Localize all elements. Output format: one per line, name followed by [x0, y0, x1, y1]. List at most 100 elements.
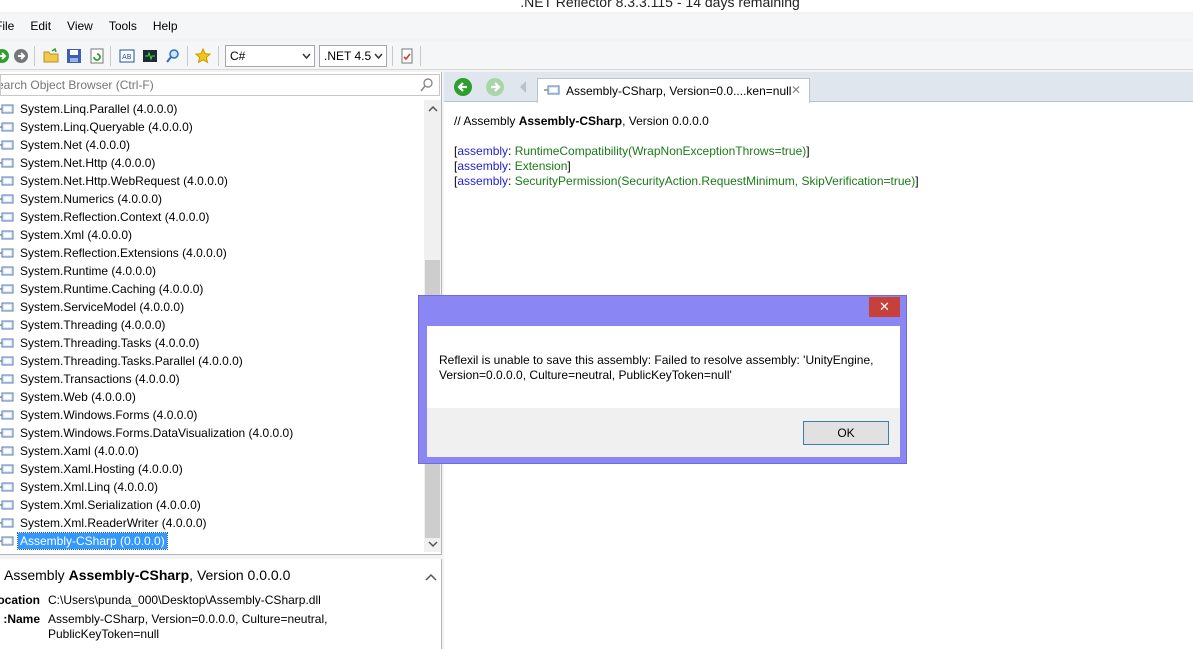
tree-item[interactable]: System.Linq.Parallel (4.0.0.0)	[0, 100, 179, 118]
scroll-up-icon[interactable]	[425, 571, 437, 584]
code-attribute-line: [assembly: Extension]	[454, 159, 571, 173]
tree-item[interactable]: System.Runtime (4.0.0.0)	[0, 262, 158, 280]
tree-item[interactable]: System.Numerics (4.0.0.0)	[0, 190, 164, 208]
back-icon[interactable]	[11, 46, 31, 66]
code-comment: // Assembly Assembly-CSharp, Version 0.0…	[454, 114, 919, 129]
dialog-message: Reflexil is unable to save this assembly…	[439, 353, 874, 382]
assembly-icon	[0, 247, 14, 259]
tree-item[interactable]: System.Windows.Forms.DataVisualization (…	[0, 424, 295, 442]
tree-item[interactable]: System.Threading (4.0.0.0)	[0, 316, 167, 334]
assembly-heading: Assembly Assembly-CSharp, Version 0.0.0.…	[4, 567, 290, 583]
language-select[interactable]: C#	[225, 45, 315, 67]
window-title: .NET Reflector 8.3.3.115 - 14 days remai…	[520, 0, 800, 10]
back-icon[interactable]	[453, 77, 473, 97]
tree-item-label: System.Linq.Parallel (4.0.0.0)	[20, 102, 178, 116]
tree-item[interactable]: Assembly-CSharp (0.0.0.0)	[0, 532, 168, 550]
assembly-icon	[0, 175, 14, 187]
attribute-text[interactable]: RuntimeCompatibility(WrapNonExceptionThr…	[515, 144, 807, 158]
location-value: C:\Users\punda_000\Desktop\Assembly-CSha…	[48, 593, 321, 607]
assembly-icon	[0, 193, 14, 205]
attribute-text[interactable]: SecurityPermission(SecurityAction.Reques…	[515, 174, 915, 188]
save-icon[interactable]	[64, 46, 84, 66]
assembly-icon	[0, 517, 14, 529]
assembly-icon	[0, 211, 14, 223]
attribute-text[interactable]: Extension	[515, 159, 568, 173]
keyword-assembly[interactable]: assembly	[457, 174, 508, 188]
menu-file[interactable]: File	[0, 14, 22, 38]
tree-item-label: System.Xaml.Hosting (4.0.0.0)	[20, 462, 183, 476]
menu-help[interactable]: Help	[145, 14, 186, 38]
scroll-up-icon[interactable]	[426, 102, 439, 115]
tree-item-label: System.Xml.Linq (4.0.0.0)	[20, 480, 159, 494]
keyword-assembly[interactable]: assembly	[457, 144, 508, 158]
scroll-down-icon[interactable]	[426, 537, 439, 550]
keyword-assembly[interactable]: assembly	[457, 159, 508, 173]
dialog-body: Reflexil is unable to save this assembly…	[427, 326, 900, 457]
tree-item[interactable]: System.Reflection.Extensions (4.0.0.0)	[0, 244, 229, 262]
forward-icon[interactable]	[485, 77, 505, 97]
assembly-icon	[0, 499, 14, 511]
tree-item[interactable]: System.Runtime.Caching (4.0.0.0)	[0, 280, 205, 298]
assembly-icon	[0, 337, 14, 349]
analyzer-icon[interactable]: AB	[117, 46, 137, 66]
framework-select-value: .NET 4.5	[324, 49, 372, 63]
assembly-icon	[0, 229, 14, 241]
tree-item[interactable]: System.Xml.ReaderWriter (4.0.0.0)	[0, 514, 209, 532]
tree-item[interactable]: System.Reflection.Context (4.0.0.0)	[0, 208, 211, 226]
toolbar-separator	[187, 46, 188, 66]
assembly-icon	[0, 409, 14, 421]
tab-assembly-csharp[interactable]: Assembly-CSharp, Version=0.0....ken=null…	[537, 78, 810, 103]
tree-item[interactable]: System.Net.Http (4.0.0.0)	[0, 154, 157, 172]
tree-item[interactable]: System.Xml.Serialization (4.0.0.0)	[0, 496, 203, 514]
menu-edit[interactable]: Edit	[22, 14, 59, 38]
assembly-icon	[0, 103, 14, 115]
code-attribute-line: [assembly: RuntimeCompatibility(WrapNonE…	[454, 144, 810, 158]
tree-item[interactable]: System.Xml (4.0.0.0)	[0, 226, 134, 244]
assembly-icon	[0, 157, 14, 169]
close-icon[interactable]: ✕	[869, 297, 900, 317]
search-input[interactable]	[1, 75, 411, 95]
assembly-icon	[0, 139, 14, 151]
document-tab-strip: Assembly-CSharp, Version=0.0....ken=null…	[444, 72, 1193, 103]
tree-item[interactable]: System.Xaml (4.0.0.0)	[0, 442, 141, 460]
tree-item[interactable]: System.ServiceModel (4.0.0.0)	[0, 298, 186, 316]
tree-item[interactable]: System.Linq.Queryable (4.0.0.0)	[0, 118, 195, 136]
tree-item[interactable]: System.Transactions (4.0.0.0)	[0, 370, 182, 388]
close-icon[interactable]: ✕	[791, 83, 801, 97]
menu-view[interactable]: View	[59, 14, 101, 38]
tree-item-label: System.Xml.ReaderWriter (4.0.0.0)	[20, 516, 207, 530]
tree-item-label: System.Threading (4.0.0.0)	[20, 318, 166, 332]
tree-item[interactable]: System.Net (4.0.0.0)	[0, 136, 132, 154]
tree-item[interactable]: System.Windows.Forms (4.0.0.0)	[0, 406, 199, 424]
tree-item[interactable]: System.Xml.Linq (4.0.0.0)	[0, 478, 160, 496]
framework-select[interactable]: .NET 4.5	[319, 45, 387, 67]
terminal-icon[interactable]	[140, 46, 160, 66]
toolbar-separator	[110, 46, 111, 66]
menu-tools[interactable]: Tools	[101, 14, 145, 38]
object-browser-search[interactable]	[0, 74, 440, 96]
tree-item[interactable]: System.Xaml.Hosting (4.0.0.0)	[0, 460, 185, 478]
toolbar-separator	[34, 46, 35, 66]
tree-item-label: Assembly-CSharp (0.0.0.0)	[17, 532, 168, 550]
tab-scroll-left-icon[interactable]	[518, 77, 528, 97]
search-icon[interactable]	[420, 78, 433, 95]
report-icon[interactable]	[397, 46, 417, 66]
refresh-icon[interactable]	[87, 46, 107, 66]
tab-label: Assembly-CSharp, Version=0.0....ken=null	[566, 84, 792, 98]
tree-item[interactable]: System.Net.Http.WebRequest (4.0.0.0)	[0, 172, 230, 190]
assembly-icon	[0, 301, 14, 313]
tree-item[interactable]: System.Threading.Tasks (4.0.0.0)	[0, 334, 201, 352]
assembly-tree[interactable]: System.Linq.Parallel (4.0.0.0) System.Lin…	[0, 100, 424, 552]
search-icon[interactable]	[163, 46, 183, 66]
tree-item[interactable]: System.Threading.Tasks.Parallel (4.0.0.0…	[0, 352, 245, 370]
ok-button[interactable]: OK	[803, 421, 889, 445]
tree-item-label: System.Xml.Serialization (4.0.0.0)	[20, 498, 201, 512]
open-folder-icon[interactable]	[41, 46, 61, 66]
tree-item-label: System.Runtime.Caching (4.0.0.0)	[20, 282, 204, 296]
star-icon[interactable]	[193, 46, 213, 66]
assembly-icon	[0, 445, 14, 457]
assembly-icon	[0, 463, 14, 475]
tree-item-label: System.Web (4.0.0.0)	[20, 390, 136, 404]
tree-item[interactable]: System.Web (4.0.0.0)	[0, 388, 138, 406]
toolbar-separator	[392, 46, 393, 66]
